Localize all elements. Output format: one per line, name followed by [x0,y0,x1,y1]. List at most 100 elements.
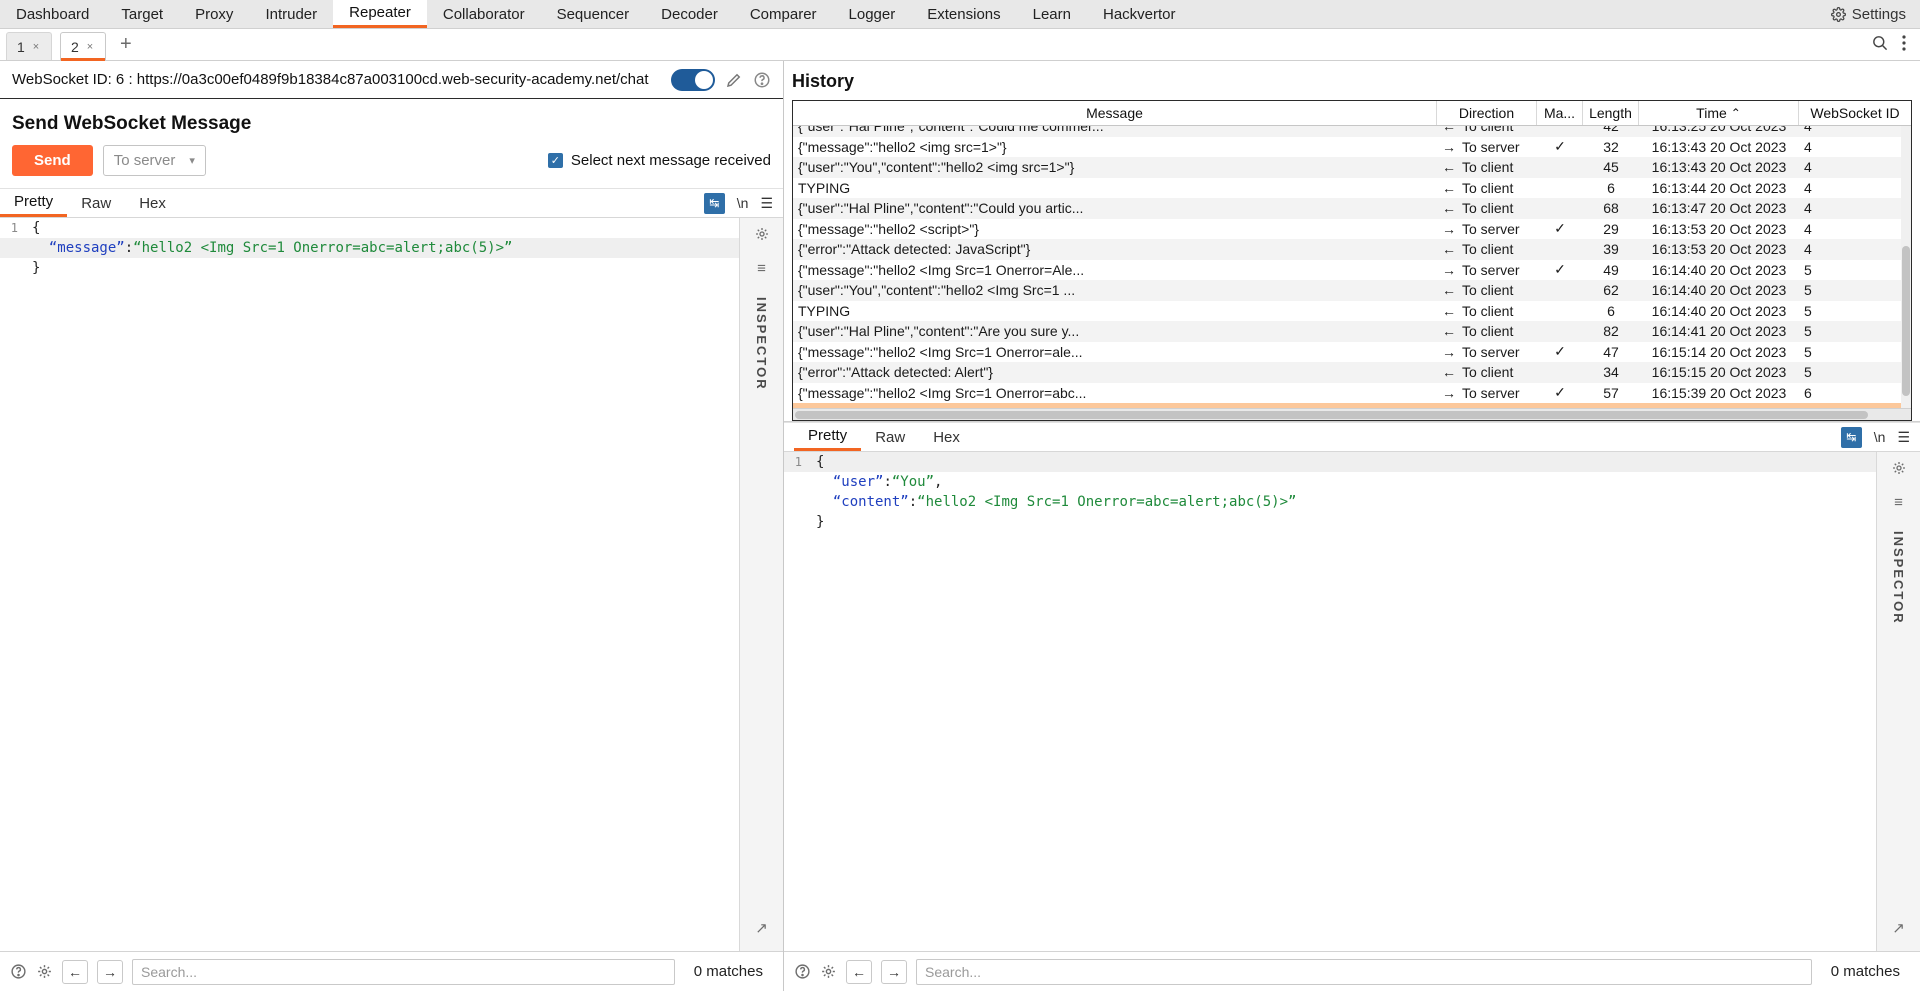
history-row[interactable]: {"user":"Hal Pline","content":"Could me … [793,126,1911,137]
direction-select[interactable]: To server ▾ [103,145,206,176]
request-search-input[interactable] [132,959,675,985]
history-row[interactable]: {"error":"Attack detected: JavaScript"}←… [793,239,1911,260]
inspector-gear-icon[interactable] [1891,460,1907,480]
menu-tab-learn[interactable]: Learn [1017,0,1087,28]
editor-tab-pretty[interactable]: Pretty [0,189,67,217]
history-cell-direction: ←To client [1437,200,1537,216]
editor-tab-hex[interactable]: Hex [125,189,180,217]
search-next-button[interactable]: → [97,960,123,984]
inspector-collapse-icon[interactable]: ≡ [1894,494,1903,511]
menu-tab-extensions[interactable]: Extensions [911,0,1016,28]
select-next-message-option[interactable]: ✓ Select next message received [548,152,771,169]
menu-tab-proxy[interactable]: Proxy [179,0,249,28]
search-help-icon[interactable] [10,963,27,980]
history-column-header[interactable]: Time⌃ [1639,101,1799,125]
more-options-icon[interactable] [1902,35,1906,55]
sort-ascending-icon: ⌃ [1731,106,1741,120]
direction-arrow-icon: ← [1442,200,1456,216]
history-row[interactable]: {"message":"hello2 <Img Src=1 Onerror=al… [793,342,1911,363]
search-help-icon[interactable] [794,963,811,980]
history-row[interactable]: TYPING←To client616:14:40 20 Oct 20235 [793,301,1911,322]
show-newlines-icon[interactable]: \n [1874,429,1886,445]
direction-arrow-icon: ← [1442,303,1456,319]
code-text: “content”:“hello2 <Img Src=1 Onerror=abc… [808,492,1296,512]
inspector-expand-icon[interactable]: ↗ [1892,919,1905,937]
direction-label: To client [1462,364,1513,380]
close-icon[interactable]: × [87,41,93,53]
search-settings-gear-icon[interactable] [36,963,53,980]
history-column-header[interactable]: WebSocket ID [1799,101,1911,125]
code-line: “user”:“You”, [784,472,1876,492]
scrollbar-thumb[interactable] [1902,246,1910,396]
word-wrap-icon[interactable]: ↹ [704,193,725,214]
request-code-area[interactable]: 1{ “message”:“hello2 <Img Src=1 Onerror=… [0,218,739,951]
history-cell-websocket-id: 5 [1799,262,1911,278]
search-prev-button[interactable]: ← [62,960,88,984]
add-tab-button[interactable]: + [108,29,144,60]
history-row[interactable]: TYPING←To client616:13:44 20 Oct 20234 [793,178,1911,199]
history-row[interactable]: {"user":"Hal Pline","content":"Are you s… [793,321,1911,342]
edit-pencil-icon[interactable] [725,71,743,89]
history-row[interactable]: {"message":"hello2 <img src=1>"}→To serv… [793,137,1911,158]
inspector-expand-icon[interactable]: ↗ [755,919,768,937]
request-pane: WebSocket ID: 6 : https://0a3c00ef0489f9… [0,61,784,991]
history-horizontal-scrollbar[interactable] [793,408,1911,420]
close-icon[interactable]: × [33,41,39,53]
settings-button[interactable]: Settings [1831,6,1906,23]
history-cell-message: {"message":"hello2 <script>"} [793,221,1437,237]
history-row[interactable]: {"message":"hello2 <Img Src=1 Onerror=Al… [793,260,1911,281]
word-wrap-icon[interactable]: ↹ [1841,427,1862,448]
repeater-tab-label: 2 [71,39,79,55]
menu-tab-target[interactable]: Target [105,0,179,28]
history-row[interactable]: {"error":"Attack detected: Alert"}←To cl… [793,362,1911,383]
history-row[interactable]: {"user":"Hal Pline","content":"Could you… [793,198,1911,219]
menu-tab-dashboard[interactable]: Dashboard [0,0,105,28]
menu-tab-comparer[interactable]: Comparer [734,0,833,28]
editor-tab-pretty[interactable]: Pretty [794,423,861,451]
websocket-intercept-toggle[interactable] [671,69,715,91]
show-newlines-icon[interactable]: \n [737,195,749,211]
history-column-header[interactable]: Message [793,101,1437,125]
response-search-input[interactable] [916,959,1812,985]
history-rows: {"user":"Hal Pline","content":"Could me … [793,126,1911,408]
inspector-collapse-icon[interactable]: ≡ [757,260,766,277]
response-code-area[interactable]: 1{ “user”:“You”, “content”:“hello2 <Img … [784,452,1876,951]
repeater-tab-2[interactable]: 2× [60,32,106,60]
menu-tab-sequencer[interactable]: Sequencer [541,0,646,28]
editor-tab-raw[interactable]: Raw [861,423,919,451]
history-row[interactable]: {"message":"hello2 <script>"}→To server✓… [793,219,1911,240]
code-segment: : [909,494,917,510]
editor-menu-icon[interactable]: ☰ [1897,429,1910,446]
history-cell-length: 39 [1583,241,1639,257]
menu-tab-decoder[interactable]: Decoder [645,0,734,28]
editor-tab-raw[interactable]: Raw [67,189,125,217]
editor-menu-icon[interactable]: ☰ [760,195,773,212]
search-next-button[interactable]: → [881,960,907,984]
history-cell-direction: ←To client [1437,180,1537,196]
history-row[interactable]: {"message":"hello2 <Img Src=1 Onerror=ab… [793,383,1911,404]
menu-tab-intruder[interactable]: Intruder [249,0,333,28]
menu-tab-logger[interactable]: Logger [833,0,912,28]
repeater-tab-1[interactable]: 1× [6,32,52,60]
send-button[interactable]: Send [12,145,93,176]
history-row[interactable]: {"user":"You","content":"hello2 <img src… [793,157,1911,178]
search-prev-button[interactable]: ← [846,960,872,984]
menu-tab-repeater[interactable]: Repeater [333,0,427,28]
direction-arrow-icon: ← [1442,323,1456,339]
history-vertical-scrollbar[interactable] [1901,126,1911,408]
history-cell-time: 16:14:40 20 Oct 2023 [1639,262,1799,278]
history-column-header[interactable]: Length [1583,101,1639,125]
menu-tab-collaborator[interactable]: Collaborator [427,0,541,28]
scrollbar-thumb-horizontal[interactable] [795,411,1868,419]
history-row[interactable]: {"user":"You","content":"hello2 <Img Src… [793,280,1911,301]
select-next-checkbox[interactable]: ✓ [548,153,563,168]
history-column-header[interactable]: Ma... [1537,101,1583,125]
search-icon[interactable] [1871,34,1888,55]
history-column-header[interactable]: Direction [1437,101,1537,125]
editor-tab-hex[interactable]: Hex [919,423,974,451]
menu-tab-hackvertor[interactable]: Hackvertor [1087,0,1192,28]
help-icon[interactable] [753,71,771,89]
search-settings-gear-icon[interactable] [820,963,837,980]
inspector-gear-icon[interactable] [754,226,770,246]
history-cell-length: 82 [1583,323,1639,339]
